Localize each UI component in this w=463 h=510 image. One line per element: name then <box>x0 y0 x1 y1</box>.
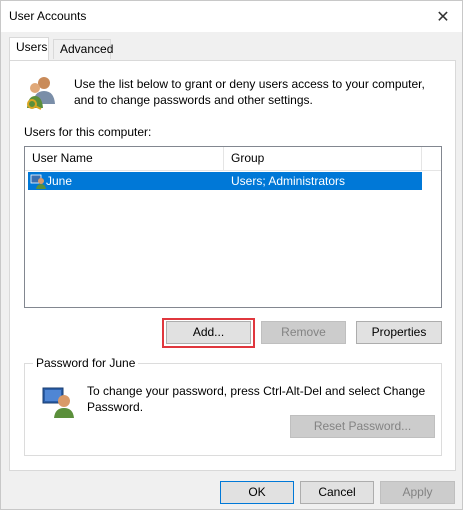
user-icon <box>30 174 46 189</box>
list-header: User Name Group <box>25 147 441 171</box>
column-header-user-name[interactable]: User Name <box>25 147 224 170</box>
users-tab-panel: Use the list below to grant or deny user… <box>9 60 456 471</box>
users-list-label: Users for this computer: <box>24 125 152 139</box>
properties-button[interactable]: Properties <box>356 321 442 344</box>
cell-group: Users; Administrators <box>231 174 346 188</box>
users-keys-icon <box>27 77 55 110</box>
apply-button[interactable]: Apply <box>380 481 455 504</box>
title-bar: User Accounts ✕ <box>1 1 462 32</box>
password-group: Password for June To change your passwor… <box>24 356 442 456</box>
column-header-group[interactable]: Group <box>224 147 422 170</box>
cell-user-name: June <box>46 174 73 188</box>
users-list[interactable]: User Name Group June Users; Administrato… <box>24 146 442 308</box>
remove-button[interactable]: Remove <box>261 321 346 344</box>
tab-users[interactable]: Users <box>9 37 49 60</box>
ok-button[interactable]: OK <box>220 481 294 504</box>
close-button[interactable]: ✕ <box>424 1 462 32</box>
cancel-button[interactable]: Cancel <box>300 481 374 504</box>
close-icon: ✕ <box>436 8 450 26</box>
intro-text: Use the list below to grant or deny user… <box>74 77 425 107</box>
user-password-icon <box>42 387 74 418</box>
user-accounts-dialog: User Accounts ✕ Users Advanced Use the l… <box>0 0 463 510</box>
tab-advanced[interactable]: Advanced <box>53 39 113 59</box>
add-button-highlight <box>162 318 255 348</box>
password-group-title: Password for June <box>33 356 139 370</box>
password-instructions: To change your password, press Ctrl-Alt-… <box>87 384 426 414</box>
table-row[interactable]: June Users; Administrators <box>28 172 422 190</box>
reset-password-button[interactable]: Reset Password... <box>290 415 435 438</box>
window-title: User Accounts <box>9 9 87 23</box>
